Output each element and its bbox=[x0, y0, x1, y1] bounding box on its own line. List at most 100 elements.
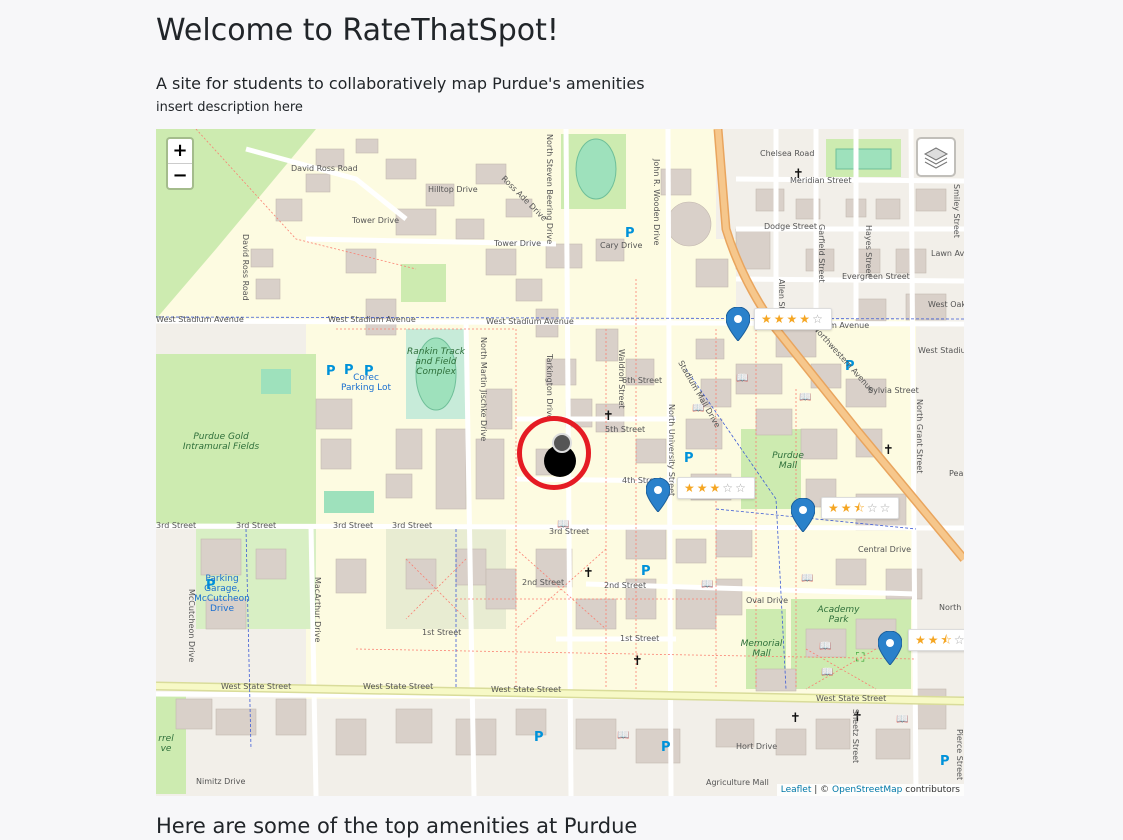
rating-star-icon: ⯪ bbox=[940, 633, 952, 647]
rating-star-icon: ★ bbox=[761, 312, 772, 326]
street-label: 6th Street bbox=[622, 376, 663, 385]
attribution-suffix: contributors bbox=[902, 785, 960, 795]
rating-star-icon: ☆ bbox=[722, 481, 734, 495]
place-label: Parking Garage, McCutcheon Drive bbox=[194, 574, 250, 614]
svg-text:P: P bbox=[940, 754, 950, 769]
place-label: Purdue Mall bbox=[772, 451, 804, 471]
street-label: Central Drive bbox=[858, 545, 911, 554]
street-label: West State Street bbox=[816, 694, 887, 703]
street-label: David Ross Road bbox=[241, 234, 250, 301]
svg-text:P: P bbox=[625, 226, 635, 241]
svg-text:📖: 📖 bbox=[896, 714, 908, 725]
rating-star-icon: ☆ bbox=[812, 312, 823, 326]
svg-text:P: P bbox=[684, 451, 694, 466]
svg-text:⛶: ⛶ bbox=[855, 650, 865, 664]
svg-text:P: P bbox=[661, 740, 671, 755]
rating-star-icon: ★ bbox=[915, 633, 926, 647]
street-label: John R. Wooden Drive bbox=[652, 159, 661, 246]
street-label: North Street bbox=[939, 603, 964, 612]
rating-popup[interactable]: ★ ★ ★ ☆ ☆ bbox=[677, 477, 755, 499]
rating-star-icon: ☆ bbox=[735, 481, 746, 495]
page-description: insert description here bbox=[156, 100, 303, 115]
street-label: West Oak bbox=[928, 300, 964, 309]
map-marker-icon[interactable] bbox=[791, 498, 815, 532]
rating-star-icon: ★ bbox=[799, 312, 811, 326]
rating-star-icon: ☆ bbox=[866, 501, 878, 515]
svg-text:✝: ✝ bbox=[603, 409, 614, 424]
svg-text:📖: 📖 bbox=[821, 667, 833, 678]
place-label: Rankin Track and Field Complex bbox=[407, 347, 465, 377]
rating-star-icon: ★ bbox=[927, 633, 939, 647]
street-label: Lawn Avenue bbox=[931, 249, 964, 258]
openstreetmap-link[interactable]: OpenStreetMap bbox=[832, 785, 902, 795]
svg-text:✝: ✝ bbox=[632, 654, 643, 669]
street-label: West State Street bbox=[221, 682, 292, 691]
street-label: Tower Drive bbox=[494, 239, 542, 248]
rating-star-icon: ★ bbox=[840, 501, 852, 515]
street-label: West Stadium Avenue bbox=[486, 317, 574, 326]
street-label: Tarkington Drive bbox=[545, 354, 554, 420]
street-label: 2nd Street bbox=[522, 578, 565, 587]
map-marker-icon[interactable] bbox=[878, 631, 902, 665]
street-label: 5th Street bbox=[605, 425, 646, 434]
rating-popup[interactable]: ★★⯪☆☆ bbox=[821, 497, 900, 519]
rating-star-icon: ★ bbox=[786, 312, 798, 326]
rating-star-icon: ☆ bbox=[953, 633, 964, 647]
street-label: Chelsea Road bbox=[760, 149, 815, 158]
street-label: 1st Street bbox=[422, 628, 462, 637]
zoom-out-button[interactable]: − bbox=[168, 163, 192, 188]
svg-text:📖: 📖 bbox=[819, 641, 831, 652]
street-label: David Ross Road bbox=[291, 164, 358, 173]
rating-popup[interactable]: ★ ★ ★ ★ ☆ bbox=[754, 308, 832, 330]
zoom-control: + − bbox=[166, 137, 194, 190]
street-label: Tower Drive bbox=[352, 216, 400, 225]
street-label: West State Street bbox=[363, 682, 434, 691]
street-label: Oval Drive bbox=[746, 596, 789, 605]
svg-text:📖: 📖 bbox=[617, 730, 629, 741]
street-label: 1st Street bbox=[620, 634, 660, 643]
layers-icon bbox=[923, 147, 949, 169]
street-label: Hayes Street bbox=[864, 225, 873, 277]
street-label: Garfield Street bbox=[817, 224, 826, 283]
place-label: Academy Park bbox=[817, 605, 860, 625]
campus-map[interactable]: PPP PPP PPP PP ✝ ✝ ✝ ✝ ✝ ✝ ✝ 📖 📖 📖 📖 📖 📖 📖 📖 📖 📖 ⛶… bbox=[156, 129, 964, 796]
svg-text:P: P bbox=[326, 364, 336, 379]
rating-star-icon: ☆ bbox=[879, 501, 891, 515]
street-label: MacArthur Drive bbox=[313, 577, 322, 643]
svg-text:📖: 📖 bbox=[701, 579, 713, 590]
rating-star-icon: ★ bbox=[773, 312, 785, 326]
street-label: Nimitz Drive bbox=[196, 777, 246, 786]
place-label: Memorial Mall bbox=[740, 639, 783, 659]
map-marker-icon[interactable] bbox=[646, 478, 670, 512]
leaflet-link[interactable]: Leaflet bbox=[781, 785, 812, 795]
top-amenities-heading: Here are some of the top amenities at Pu… bbox=[156, 814, 638, 838]
street-label: West State Street bbox=[491, 685, 562, 694]
svg-text:📖: 📖 bbox=[799, 392, 811, 403]
layers-control-button[interactable] bbox=[916, 137, 956, 177]
rating-star-icon: ★ bbox=[828, 501, 839, 515]
place-label: Corec Parking Lot bbox=[340, 373, 392, 393]
rating-star-icon: ★ bbox=[696, 481, 708, 495]
street-label: Waldron Street bbox=[617, 349, 626, 409]
street-label: 3rd Street bbox=[333, 521, 374, 530]
street-label: Hilltop Drive bbox=[428, 185, 478, 194]
zoom-in-button[interactable]: + bbox=[168, 139, 192, 163]
street-label: West Stadium Avenue bbox=[328, 315, 416, 324]
street-label: North Steven Beering Drive bbox=[545, 134, 554, 245]
street-label: Agriculture Mall bbox=[706, 778, 769, 787]
rating-star-icon: ★ bbox=[684, 481, 695, 495]
map-marker-icon[interactable] bbox=[726, 307, 750, 341]
svg-text:P: P bbox=[641, 564, 651, 579]
street-label: Dodge Street bbox=[764, 222, 817, 231]
page-subtitle: A site for students to collaboratively m… bbox=[156, 74, 645, 93]
svg-text:✝: ✝ bbox=[790, 711, 801, 726]
attribution-separator: | © bbox=[811, 785, 833, 795]
svg-text:📖: 📖 bbox=[736, 373, 748, 384]
rating-popup[interactable]: ★★⯪☆☆ bbox=[908, 629, 964, 651]
street-label: Sheetz Street bbox=[851, 709, 860, 764]
place-label: Purdue Gold Intramural Fields bbox=[182, 432, 260, 452]
user-location-icon bbox=[552, 433, 572, 453]
street-label: 3rd Street bbox=[392, 521, 433, 530]
street-label: Hort Drive bbox=[736, 742, 778, 751]
street-label: West Stadium bbox=[918, 346, 964, 355]
